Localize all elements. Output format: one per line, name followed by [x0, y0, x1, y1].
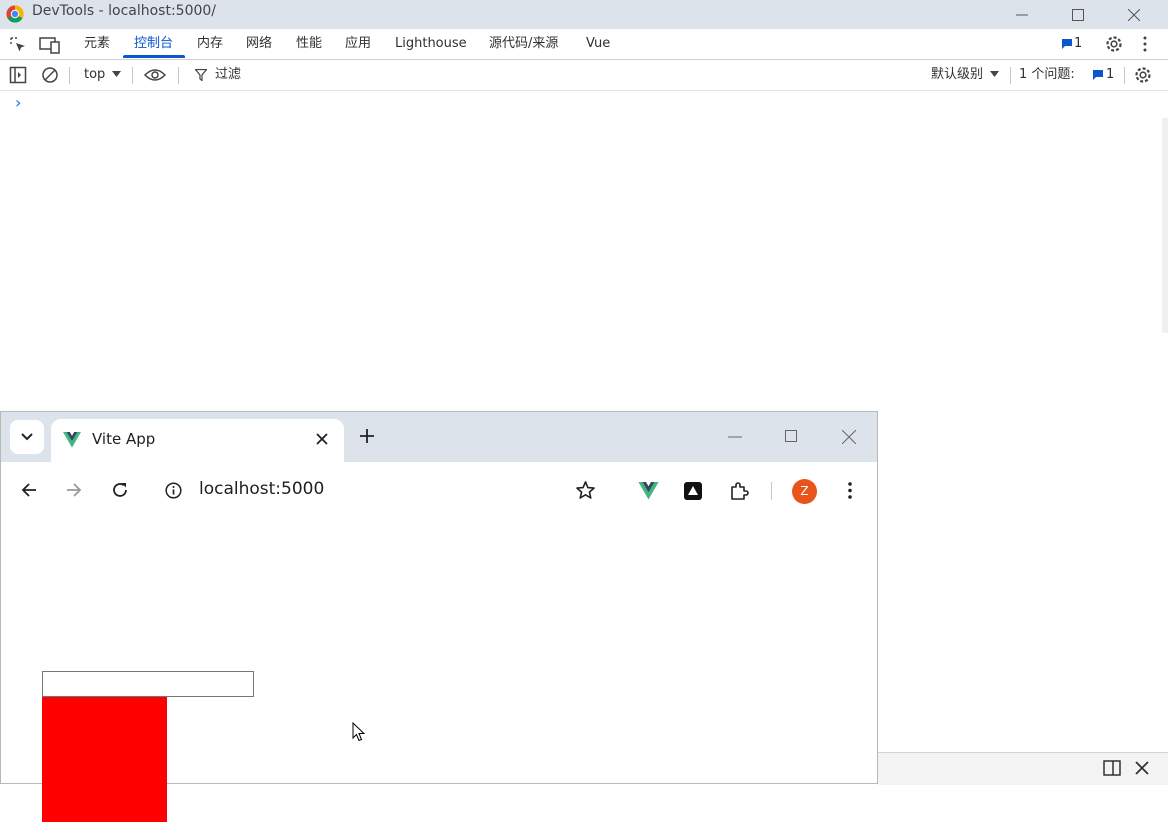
- minimize-button[interactable]: [999, 0, 1045, 29]
- settings-gear-icon[interactable]: [1104, 34, 1124, 54]
- page-viewport: [1, 518, 877, 822]
- devtools-titlebar: DevTools - localhost:5000/: [0, 0, 1168, 29]
- chevron-down-icon: [21, 433, 33, 441]
- background-window-edge: [1162, 118, 1168, 333]
- mouse-cursor-icon: [352, 722, 365, 742]
- divider: [132, 67, 133, 84]
- vue-devtools-extension-icon[interactable]: [638, 482, 659, 500]
- tab-performance[interactable]: 性能: [296, 29, 322, 59]
- issues-label: 1 个问题:: [1019, 67, 1075, 82]
- close-window-button[interactable]: [1111, 0, 1157, 29]
- chrome-logo-icon: [6, 5, 24, 23]
- close-tab-icon[interactable]: [316, 433, 328, 445]
- browser-maximize-icon[interactable]: [785, 430, 797, 442]
- issues-count-badge[interactable]: 1: [1074, 29, 1082, 59]
- vue-favicon-icon: [63, 432, 81, 448]
- inspect-element-icon[interactable]: [9, 36, 27, 54]
- browser-window: Vite App localhost:5000 Z: [0, 411, 878, 822]
- text-input[interactable]: [42, 671, 254, 697]
- close-icon: [1128, 8, 1140, 21]
- tab-title: Vite App: [92, 430, 156, 448]
- tab-lighthouse[interactable]: Lighthouse: [395, 29, 467, 59]
- browser-toolbar: localhost:5000 Z: [1, 462, 877, 518]
- window-title: DevTools - localhost:5000/: [32, 3, 217, 19]
- log-levels-select[interactable]: 默认级别: [931, 60, 983, 90]
- issues-count[interactable]: 1: [1106, 60, 1114, 90]
- issues-message-icon[interactable]: [1092, 69, 1104, 81]
- tab-vue[interactable]: Vue: [586, 29, 610, 59]
- profile-avatar[interactable]: Z: [792, 479, 817, 504]
- filter-funnel-icon: [195, 69, 207, 81]
- forward-arrow-icon[interactable]: [66, 482, 82, 498]
- active-tab-indicator: [123, 55, 185, 58]
- minimize-icon: [1016, 14, 1028, 15]
- bookmark-star-icon[interactable]: [576, 481, 595, 499]
- tab-application[interactable]: 应用: [345, 29, 371, 59]
- browser-menu-icon[interactable]: [848, 482, 852, 499]
- context-select[interactable]: top: [84, 60, 105, 90]
- levels-dropdown-arrow-icon[interactable]: [990, 71, 999, 78]
- context-dropdown-arrow-icon[interactable]: [112, 71, 121, 78]
- close-drawer-icon[interactable]: [1135, 761, 1149, 775]
- divider: [178, 67, 179, 84]
- browser-close-icon[interactable]: [842, 430, 856, 444]
- divider: [69, 67, 70, 84]
- address-bar-url[interactable]: localhost:5000: [199, 479, 324, 499]
- clear-console-icon[interactable]: [41, 66, 59, 84]
- site-info-icon[interactable]: [165, 482, 182, 499]
- tab-search-button[interactable]: [10, 420, 44, 454]
- browser-tab[interactable]: Vite App: [51, 419, 344, 462]
- issues-message-icon[interactable]: [1061, 38, 1073, 50]
- devtools-drawer-bar: [878, 752, 1168, 785]
- browser-tab-strip: Vite App: [1, 412, 877, 462]
- sidebar-toggle-icon[interactable]: [9, 66, 27, 84]
- live-expression-eye-icon[interactable]: [144, 68, 166, 82]
- maximize-button[interactable]: [1055, 0, 1101, 29]
- dark-extension-icon[interactable]: [684, 482, 702, 500]
- red-box: [42, 697, 167, 822]
- tab-elements[interactable]: 元素: [84, 29, 110, 59]
- tab-memory[interactable]: 内存: [197, 29, 223, 59]
- console-prompt-chevron[interactable]: ›: [15, 93, 21, 112]
- new-tab-plus-icon[interactable]: [360, 429, 374, 443]
- tab-network[interactable]: 网络: [246, 29, 272, 59]
- divider: [1124, 67, 1125, 84]
- maximize-icon: [1072, 8, 1084, 21]
- device-toolbar-icon[interactable]: [39, 36, 61, 54]
- more-options-icon[interactable]: [1140, 36, 1150, 52]
- divider: [1010, 67, 1011, 84]
- dock-side-icon[interactable]: [1103, 760, 1121, 776]
- toolbar-divider: [771, 482, 772, 500]
- extensions-puzzle-icon[interactable]: [729, 481, 749, 501]
- reload-icon[interactable]: [111, 481, 129, 499]
- console-toolbar: top 过滤 默认级别 1 个问题: 1: [0, 60, 1168, 91]
- console-settings-gear-icon[interactable]: [1133, 65, 1153, 85]
- tab-sources[interactable]: 源代码/来源: [489, 29, 558, 59]
- back-arrow-icon[interactable]: [21, 482, 37, 498]
- filter-input[interactable]: 过滤: [215, 60, 241, 90]
- browser-minimize-icon[interactable]: [728, 436, 742, 438]
